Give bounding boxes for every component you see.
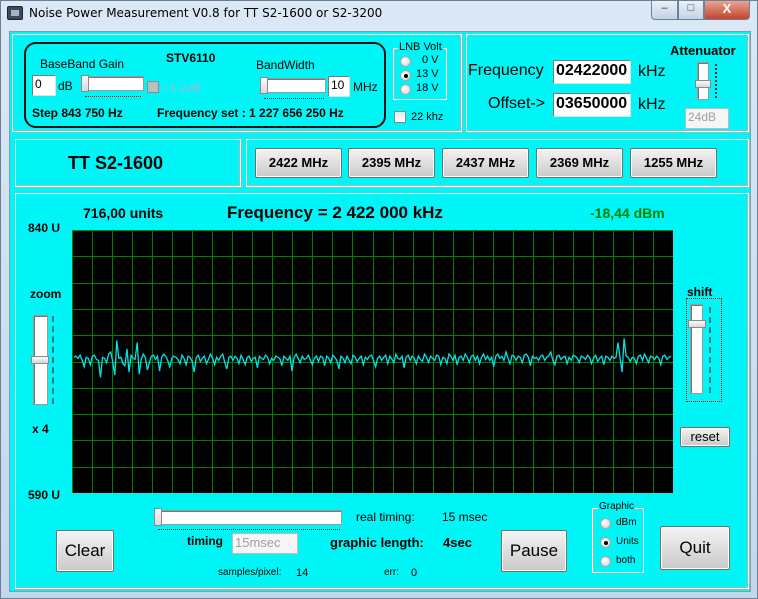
baseband-gain-slider[interactable] [81,76,144,91]
baseband-gain-label: BaseBand Gain [40,57,125,71]
frequency-input[interactable]: 02422000 [553,60,631,84]
device-label: TT S2-1600 [68,153,164,173]
lnb-18v-radio[interactable] [400,84,411,95]
graphic-length-label: graphic length: [330,535,424,550]
bandwidth-slider-thumb[interactable] [260,77,268,94]
dbm-readout: -18,44 dBm [590,205,665,221]
tone-22khz-checkbox[interactable] [394,111,406,123]
err-value: 0 [411,567,418,579]
attenuator-value-field: 24dB [685,108,729,129]
y-axis-bottom-label: 590 U [28,488,61,502]
close-button[interactable]: X [704,1,750,20]
zoom-slider-thumb[interactable] [31,356,49,364]
graphic-both-label: both [616,555,636,566]
bandwidth-slider[interactable] [260,78,326,93]
zoom-label: zoom [30,287,62,301]
maximize-icon: □ [687,2,695,14]
reset-button[interactable]: reset [680,427,730,447]
lnb-0v-radio[interactable] [400,56,411,67]
client-area: STV6110 BaseBand Gain 0 dB +1.2dB BandWi… [9,31,751,592]
preset-button-1[interactable]: 2422 MHz [255,148,342,178]
frequency-set-text: Frequency set : 1 227 656 250 Hz [157,106,344,120]
baseband-gain-input[interactable]: 0 [32,75,56,96]
frequency-label: Frequency [468,62,544,79]
lnb-13v-radio[interactable] [400,70,411,81]
real-timing-label: real timing: [356,510,415,524]
attenuator-ticks [715,64,717,98]
quit-button[interactable]: Quit [660,526,730,570]
graphic-units-label: Units [616,536,639,547]
graphic-group-label: Graphic [598,501,636,512]
samples-per-pixel-label: samples/pixel: [218,567,282,578]
baseband-gain-slider-thumb[interactable] [81,75,89,92]
graphic-length-value: 4sec [443,535,472,550]
preset-button-5[interactable]: 1255 MHz [630,148,717,178]
bandwidth-label: BandWidth [256,58,315,72]
y-axis-top-label: 840 U [28,221,61,235]
lnb-volt-label: LNB Volt [398,41,443,53]
app-icon [7,6,23,20]
real-timing-value: 15 msec [442,510,488,524]
units-readout: 716,00 units [83,205,164,221]
timing-slider[interactable] [156,510,342,525]
shift-label: shift [687,285,713,299]
clear-button[interactable]: Clear [56,530,114,572]
timing-slider-thumb[interactable] [154,508,162,526]
frequency-unit: kHz [638,63,666,80]
baseband-gain-ticks [85,96,141,97]
boost-checkbox[interactable] [147,81,159,93]
noise-chart [72,230,674,494]
boost-label: +1.2dB [163,81,202,95]
shift-slider-thumb[interactable] [688,320,706,329]
attenuator-label: Attenuator [670,43,736,58]
preset-button-3[interactable]: 2437 MHz [442,148,529,178]
bandwidth-input[interactable]: 10 [328,76,350,97]
bandwidth-ticks [264,98,324,99]
chip-label: STV6110 [166,51,216,65]
preset-button-2[interactable]: 2395 MHz [348,148,435,178]
tone-22khz-label: 22 khz [411,111,444,123]
graphic-dbm-label: dBm [616,517,637,528]
title-bar: Noise Power Measurement V0.8 for TT S2-1… [1,1,757,29]
lnb-18v-label: 18 V [416,82,439,94]
step-text: Step 843 750 Hz [32,106,123,120]
samples-per-pixel-value: 14 [296,567,309,579]
shift-ticks [709,307,711,393]
err-label: err: [384,567,399,578]
noise-plot [72,230,674,494]
noise-series-line [73,338,672,378]
timing-ticks [158,529,340,530]
preset-button-4[interactable]: 2369 MHz [536,148,623,178]
timing-label: timing [187,534,223,548]
app-window: Noise Power Measurement V0.8 for TT S2-1… [0,0,758,599]
frequency-readout: Frequency = 2 422 000 kHz [227,203,443,222]
close-icon: X [722,1,732,16]
graphic-both-radio[interactable] [600,556,611,567]
attenuator-slider-thumb[interactable] [695,80,711,88]
baseband-gain-unit: dB [58,79,73,93]
zoom-value: x 4 [32,422,49,436]
graphic-units-radio[interactable] [600,537,611,548]
offset-unit: kHz [638,96,666,113]
timing-input: 15msec [232,533,298,554]
maximize-button[interactable]: □ [678,1,704,20]
pause-button[interactable]: Pause [501,530,567,572]
zoom-ticks [52,316,54,404]
shift-slider[interactable] [690,304,703,394]
bandwidth-unit: MHz [353,80,378,94]
lnb-0v-label: 0 V [422,54,439,66]
minimize-button[interactable]: – [651,1,678,20]
offset-input[interactable]: 03650000 [553,93,631,117]
window-title: Noise Power Measurement V0.8 for TT S2-1… [29,6,383,20]
minimize-icon: – [661,2,668,14]
lnb-13v-label: 13 V [416,68,439,80]
offset-label: Offset-> [488,95,546,112]
graphic-dbm-radio[interactable] [600,518,611,529]
